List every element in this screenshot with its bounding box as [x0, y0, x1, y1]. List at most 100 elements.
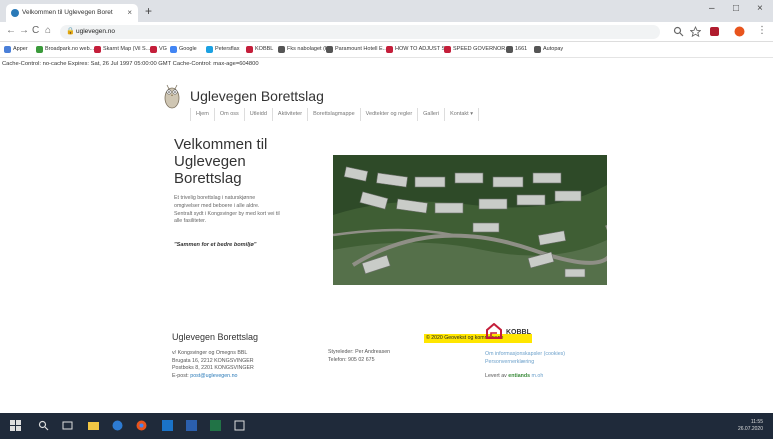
bookmark-favicon-icon: [94, 46, 101, 53]
bookmark-item[interactable]: HOW TO ADJUST S...: [386, 46, 450, 53]
browser-toolbar: ← → C ⌂ 🔒 uglevegen.no ⋮: [0, 22, 773, 42]
bookmark-label: Petersflax: [215, 46, 240, 52]
owl-logo-icon[interactable]: [162, 82, 182, 110]
intro-text: Et trivelig borettslag i naturskjønne om…: [174, 195, 309, 226]
bookmark-label: Fks nabolaget (kr): [287, 46, 332, 52]
windows-taskbar: 11:55 26.07.2020: [0, 413, 773, 439]
heading-line: Uglevegen: [174, 153, 246, 170]
bookmark-favicon-icon: [170, 46, 177, 53]
email-link[interactable]: post@uglevegen.no: [190, 373, 237, 379]
search-icon[interactable]: [673, 26, 684, 37]
nav-item-aktiviteter[interactable]: Aktiviteter: [273, 108, 309, 121]
bookmark-favicon-icon: [444, 46, 451, 53]
excel-icon[interactable]: [210, 420, 221, 431]
address-bar[interactable]: 🔒 uglevegen.no: [60, 25, 660, 39]
extension-icon[interactable]: [709, 26, 720, 37]
new-tab-button[interactable]: +: [145, 4, 152, 18]
address-line: v/ Kongsvinger og Omegns BBL: [172, 350, 248, 356]
footer-contact: Styreleder: Per Andreasen Telefon: 905 0…: [328, 349, 390, 364]
system-clock[interactable]: 11:55 26.07.2020: [738, 419, 763, 433]
address-line: Brugata 16, 2212 KONGSVINGER: [172, 357, 254, 364]
bookmark-item[interactable]: KOBBL: [246, 46, 273, 53]
forward-button[interactable]: →: [19, 25, 29, 36]
chair-text: Styreleder: Per Andreasen: [328, 349, 391, 355]
tab-strip: Velkommen til Uglevegen Boret × + – □ ×: [0, 0, 773, 22]
chrome-icon[interactable]: [136, 420, 147, 431]
nav-item-utleie[interactable]: Utleidd: [245, 108, 273, 121]
kobbl-logo-text[interactable]: KOBBL: [506, 329, 531, 336]
bookmark-label: Skarnt Map (Vil S...: [103, 46, 151, 52]
reload-button[interactable]: C: [32, 25, 39, 36]
nav-item-vedtekter[interactable]: Vedtekter og regler: [361, 108, 419, 121]
back-button[interactable]: ←: [6, 25, 16, 36]
web-page: Cache-Control: no-cache Expires: Sat, 26…: [0, 58, 773, 413]
windows-start-icon[interactable]: [10, 420, 21, 431]
intro-line: omgivelser med beboere i alle aldre.: [174, 202, 260, 209]
bookmark-label: Paramount Hotell E...: [335, 46, 388, 52]
cookies-link[interactable]: Om informasjonskapsler (cookies): [485, 350, 565, 358]
bookmark-item[interactable]: 1661: [506, 46, 528, 53]
menu-kebab-icon[interactable]: ⋮: [757, 25, 767, 36]
browser-tab[interactable]: Velkommen til Uglevegen Boret ×: [6, 4, 138, 22]
main-navigation: Hjem Om oss Utleidd Aktiviteter Borettsl…: [190, 108, 480, 121]
bookmark-item[interactable]: Google: [170, 46, 197, 53]
task-view-icon[interactable]: [62, 420, 73, 431]
bookmark-item[interactable]: Autopay: [534, 46, 564, 53]
bookmark-label: Google: [179, 46, 197, 52]
bookmark-favicon-icon: [36, 46, 43, 53]
site-favicon-icon: [11, 9, 19, 17]
bookmark-favicon-icon: [534, 46, 541, 53]
tab-close-icon[interactable]: ×: [127, 8, 132, 17]
nav-item-kontakt[interactable]: Kontakt ▾: [445, 108, 480, 121]
bookmark-item[interactable]: Skarnt Map (Vil S...: [94, 46, 151, 53]
outlook-icon[interactable]: [162, 420, 173, 431]
bookmark-label: 1661: [515, 46, 528, 52]
home-button[interactable]: ⌂: [45, 25, 51, 36]
bookmark-item[interactable]: SPEED GOVERNOR...: [444, 46, 510, 53]
privacy-link[interactable]: Personvernerklæring: [485, 358, 565, 366]
tab-title: Velkommen til Uglevegen Boret: [22, 9, 113, 16]
url-text: uglevegen.no: [76, 28, 116, 35]
made-by-suffix: m.oh: [531, 373, 544, 379]
minimize-button[interactable]: –: [709, 3, 715, 14]
footer-title: Uglevegen Borettslag: [172, 332, 259, 342]
bookmark-favicon-icon: [506, 46, 513, 53]
star-icon[interactable]: [690, 26, 701, 37]
address-line: Postboks 8, 2201 KONGSVINGER: [172, 365, 254, 371]
footer-links: Om informasjonskapsler (cookies) Personv…: [485, 350, 565, 380]
word-icon[interactable]: [186, 420, 197, 431]
bookmark-label: Autopay: [543, 46, 564, 52]
maximize-button[interactable]: □: [733, 3, 739, 14]
nav-item-borettslagmappe[interactable]: Borettslagmappe: [308, 108, 361, 121]
bookmark-item[interactable]: Apper: [4, 46, 28, 53]
made-by-prefix: Levert av: [485, 373, 507, 379]
intro-line: Sentralt sydt i Kongsvinger by med kort …: [174, 210, 280, 217]
nav-item-hjem[interactable]: Hjem: [190, 108, 215, 121]
edge-icon[interactable]: [112, 420, 123, 431]
search-icon[interactable]: [38, 420, 49, 431]
bookmark-item[interactable]: Broadpark.no web...: [36, 46, 94, 53]
close-window-button[interactable]: ×: [757, 3, 763, 14]
bookmark-favicon-icon: [4, 46, 11, 53]
bookmark-favicon-icon: [326, 46, 333, 53]
bookmark-item[interactable]: Fks nabolaget (kr): [278, 46, 332, 53]
heading-line: Velkommen til: [174, 136, 268, 153]
lock-icon: 🔒: [66, 28, 75, 35]
clock-time: 11:55: [750, 419, 763, 425]
phone-text: Telefon: 905 02 675: [328, 356, 375, 363]
made-by-line[interactable]: Levert av entiands m.oh: [485, 372, 565, 380]
kobbl-logo-icon[interactable]: [485, 323, 503, 339]
file-explorer-icon[interactable]: [88, 420, 99, 431]
bookmark-label: HOW TO ADJUST S...: [395, 46, 450, 52]
nav-item-galleri[interactable]: Galleri: [418, 108, 446, 121]
aerial-photo: [333, 155, 607, 285]
site-title[interactable]: Uglevegen Borettslag: [190, 88, 324, 104]
nav-item-om-oss[interactable]: Om oss: [215, 108, 245, 121]
bookmark-item[interactable]: Paramount Hotell E...: [326, 46, 388, 53]
app-icon[interactable]: [234, 420, 245, 431]
bookmark-item[interactable]: Petersflax: [206, 46, 240, 53]
profile-avatar-icon[interactable]: [734, 26, 745, 37]
clock-date: 26.07.2020: [737, 426, 763, 432]
bookmark-item[interactable]: VG: [150, 46, 167, 53]
heading-line: Borettslag: [174, 170, 242, 187]
